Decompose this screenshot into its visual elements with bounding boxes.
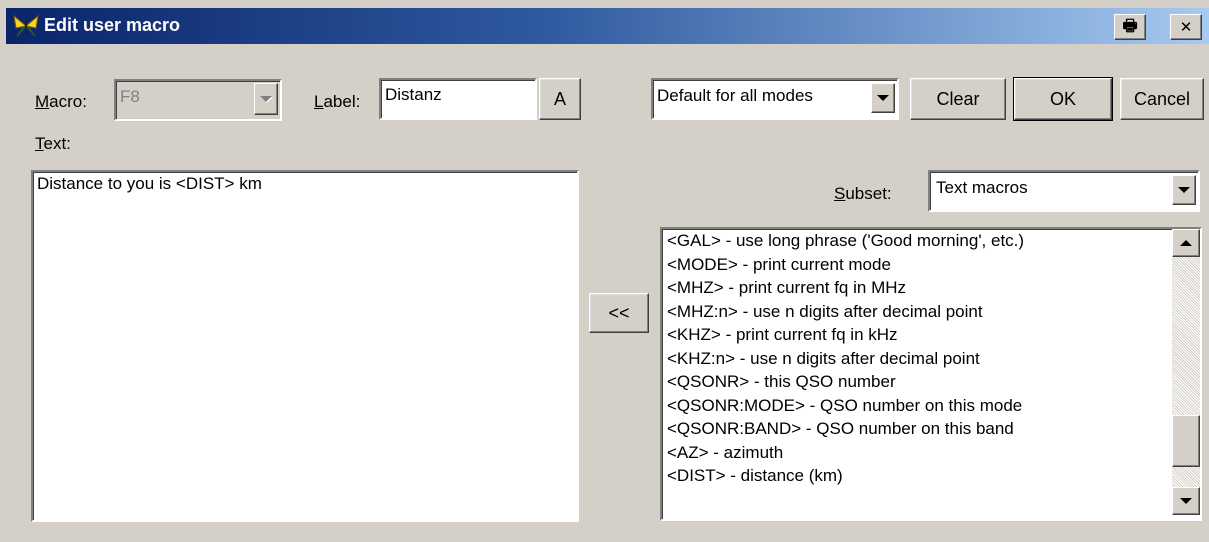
subset-select[interactable]: Text macros bbox=[928, 170, 1200, 212]
label-input[interactable]: Distanz bbox=[379, 78, 537, 120]
ok-button[interactable]: OK bbox=[1013, 77, 1113, 121]
macro-list-item[interactable]: <QSONR:MODE> - QSO number on this mode bbox=[667, 396, 1022, 416]
printer-icon: 🖶 bbox=[1122, 18, 1138, 35]
scroll-thumb[interactable] bbox=[1172, 415, 1200, 468]
subset-value: Text macros bbox=[936, 178, 1028, 197]
title-bar[interactable]: Edit user macro 🖶 ✕ bbox=[6, 8, 1209, 44]
chevron-down-icon bbox=[1178, 187, 1190, 193]
chevron-down-icon bbox=[877, 95, 889, 101]
macro-dropdown-button[interactable] bbox=[254, 83, 278, 115]
cancel-button-label: Cancel bbox=[1133, 88, 1191, 109]
edit-user-macro-dialog: Edit user macro 🖶 ✕ Macro: F8 Label: Dis… bbox=[0, 0, 1209, 542]
macro-list-item[interactable]: <QSONR> - this QSO number bbox=[667, 372, 896, 392]
label-label: Label: bbox=[314, 92, 361, 111]
font-button[interactable]: A bbox=[539, 78, 581, 120]
macro-list-item[interactable]: <GAL> - use long phrase ('Good morning',… bbox=[667, 231, 1024, 251]
cancel-button[interactable]: Cancel bbox=[1120, 78, 1204, 120]
text-label: Text: bbox=[35, 134, 71, 153]
macro-label: Macro: bbox=[35, 92, 87, 111]
close-icon: ✕ bbox=[1179, 18, 1193, 36]
macro-select[interactable]: F8 bbox=[114, 79, 282, 121]
macro-list-item[interactable]: <MODE> - print current mode bbox=[667, 255, 891, 275]
list-scrollbar[interactable] bbox=[1172, 229, 1200, 515]
macro-list[interactable]: <GAL> - use long phrase ('Good morning',… bbox=[660, 227, 1202, 521]
ok-button-label: OK bbox=[1049, 88, 1076, 109]
chevron-down-icon bbox=[260, 96, 272, 102]
subset-label: Subset: bbox=[834, 184, 892, 203]
chevron-down-icon bbox=[1180, 498, 1192, 504]
macro-value: F8 bbox=[120, 87, 140, 106]
insert-macro-button-label: << bbox=[608, 302, 630, 323]
macro-list-item[interactable]: <MHZ> - print current fq in MHz bbox=[667, 278, 906, 298]
macro-list-item[interactable]: <KHZ:n> - use n digits after decimal poi… bbox=[667, 349, 980, 369]
mode-select-value: Default for all modes bbox=[657, 86, 813, 105]
clear-button[interactable]: Clear bbox=[910, 78, 1006, 120]
butterfly-icon bbox=[13, 14, 39, 37]
macro-text-area[interactable]: Distance to you is <DIST> km bbox=[31, 170, 579, 522]
macro-list-item[interactable]: <AZ> - azimuth bbox=[667, 443, 783, 463]
label-input-value: Distanz bbox=[385, 85, 442, 104]
scroll-up-button[interactable] bbox=[1172, 229, 1200, 257]
close-button[interactable]: ✕ bbox=[1170, 14, 1202, 40]
print-button[interactable]: 🖶 bbox=[1114, 14, 1146, 40]
clear-button-label: Clear bbox=[936, 88, 980, 109]
subset-dropdown-button[interactable] bbox=[1172, 175, 1196, 205]
insert-macro-button[interactable]: << bbox=[589, 293, 649, 333]
macro-list-item[interactable]: <QSONR:BAND> - QSO number on this band bbox=[667, 419, 1014, 439]
chevron-up-icon bbox=[1180, 240, 1192, 246]
scroll-down-button[interactable] bbox=[1172, 487, 1200, 515]
mode-select[interactable]: Default for all modes bbox=[651, 78, 899, 120]
font-button-label: A bbox=[553, 88, 566, 109]
macro-text-value: Distance to you is <DIST> km bbox=[37, 174, 262, 193]
macro-list-item[interactable]: <KHZ> - print current fq in kHz bbox=[667, 325, 898, 345]
macro-list-item[interactable]: <DIST> - distance (km) bbox=[667, 466, 843, 486]
mode-dropdown-button[interactable] bbox=[871, 83, 895, 113]
macro-list-item[interactable]: <MHZ:n> - use n digits after decimal poi… bbox=[667, 302, 983, 322]
window-title: Edit user macro bbox=[44, 15, 181, 35]
